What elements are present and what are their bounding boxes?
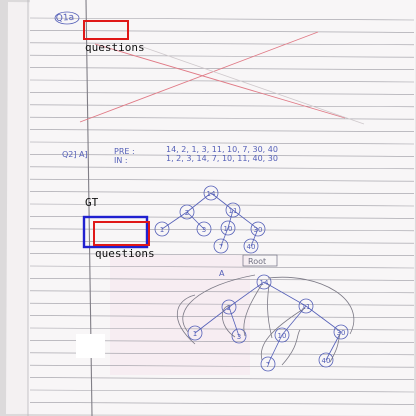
tree-node-label: 10 bbox=[278, 332, 287, 340]
in-label: IN : bbox=[114, 156, 128, 165]
in-values: 1, 2, 3, 14, 7, 10, 11, 40, 30 bbox=[166, 154, 278, 163]
tree-node-label: 7 bbox=[266, 361, 270, 369]
notebook-photo: Q1a Q2] A] PRE : 14, 2, 1, 3, 11, 10, 7,… bbox=[0, 0, 416, 416]
q2-label: Q2] A] bbox=[62, 150, 88, 159]
label-gt: GT bbox=[85, 196, 99, 209]
tree-node-label: 7 bbox=[219, 243, 223, 251]
tree-node-label: 30 bbox=[337, 329, 346, 337]
tree-node-label: 40 bbox=[322, 357, 331, 365]
label-bottom: questions bbox=[95, 247, 155, 260]
tree-node-label: 14 bbox=[207, 190, 216, 198]
root-tag-text: Root bbox=[248, 257, 266, 266]
tree-node-label: 11 bbox=[229, 207, 238, 215]
tree-node-label: 40 bbox=[247, 243, 256, 251]
tree-node-label: 30 bbox=[254, 226, 263, 234]
tree-node-label: 2 bbox=[227, 304, 231, 312]
side-mark: A bbox=[219, 269, 225, 278]
label-top: questions bbox=[85, 41, 145, 54]
pre-values: 14, 2, 1, 3, 11, 10, 7, 30, 40 bbox=[166, 145, 278, 154]
tree-node-label: 1 bbox=[193, 330, 197, 338]
white-patch bbox=[76, 334, 105, 358]
pre-label: PRE : bbox=[114, 147, 135, 156]
tree-node-label: 3 bbox=[202, 226, 206, 234]
notebook-page-canvas: Q1a Q2] A] PRE : 14, 2, 1, 3, 11, 10, 7,… bbox=[0, 0, 416, 416]
tree-node-label: 2 bbox=[185, 209, 189, 217]
tree-node-label: 1 bbox=[160, 226, 164, 234]
tree-node-label: 3 bbox=[237, 333, 241, 341]
tree-node-label: 10 bbox=[224, 225, 233, 233]
pink-smudge bbox=[110, 255, 250, 375]
